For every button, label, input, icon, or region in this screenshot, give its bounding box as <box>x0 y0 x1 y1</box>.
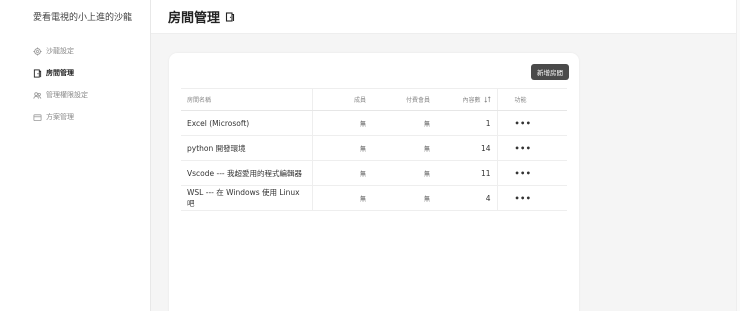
sidebar-item-label: 房間管理 <box>46 69 74 77</box>
table-row[interactable]: WSL --- 在 Windows 使用 Linux 吧 無 無 4 ••• <box>181 185 567 211</box>
sidebar-item-plan-management[interactable]: 方案管理 <box>33 110 74 124</box>
more-options-icon[interactable]: ••• <box>515 194 532 203</box>
header: 房間管理 <box>151 0 740 34</box>
door-icon <box>33 68 42 78</box>
column-header-name: 房間名稱 <box>181 88 312 111</box>
more-options-icon[interactable]: ••• <box>515 144 532 153</box>
sidebar: 愛看電視的小上進的沙龍 沙龍設定 房間管理 管理權限設定 方案管理 <box>0 0 151 311</box>
room-count: 11 <box>436 160 497 186</box>
sidebar-item-label: 沙龍設定 <box>46 47 74 55</box>
room-paid: 無 <box>372 110 436 136</box>
room-member: 無 <box>311 185 372 211</box>
sidebar-item-room-management[interactable]: 房間管理 <box>33 66 74 80</box>
table-header-row: 房間名稱 成員 付費會員 內容數 功能 <box>181 88 567 111</box>
table-row[interactable]: Vscode --- 我超愛用的程式編輯器 無 無 11 ••• <box>181 160 567 186</box>
room-name: python 開發環境 <box>181 135 312 161</box>
room-paid: 無 <box>372 185 436 211</box>
sidebar-item-permission-settings[interactable]: 管理權限設定 <box>33 88 88 102</box>
room-member: 無 <box>311 135 372 161</box>
room-name: WSL --- 在 Windows 使用 Linux 吧 <box>181 185 312 211</box>
add-room-button[interactable]: 新增房間 <box>531 64 569 80</box>
sort-icon[interactable] <box>483 95 491 105</box>
room-member: 無 <box>311 110 372 136</box>
room-member: 無 <box>311 160 372 186</box>
more-options-icon[interactable]: ••• <box>515 169 532 178</box>
rooms-table: 房間名稱 成員 付費會員 內容數 功能 Excel (Microsoft) 無 … <box>181 88 567 211</box>
more-options-icon[interactable]: ••• <box>515 119 532 128</box>
room-paid: 無 <box>372 160 436 186</box>
sidebar-item-salon-settings[interactable]: 沙龍設定 <box>33 44 74 58</box>
room-name: Excel (Microsoft) <box>181 110 312 136</box>
page-title: 房間管理 <box>168 7 235 26</box>
room-count: 14 <box>436 135 497 161</box>
users-icon <box>33 91 42 100</box>
door-icon <box>225 11 235 22</box>
column-header-func: 功能 <box>496 88 567 111</box>
scrollbar[interactable] <box>736 0 740 311</box>
room-paid: 無 <box>372 135 436 161</box>
column-header-paid: 付費會員 <box>372 88 436 111</box>
salon-title: 愛看電視的小上進的沙龍 <box>33 13 133 23</box>
rooms-card: 新增房間 房間名稱 成員 付費會員 內容數 功能 Excel (Microsof… <box>169 53 579 311</box>
column-header-member: 成員 <box>311 88 372 111</box>
room-name: Vscode --- 我超愛用的程式編輯器 <box>181 160 312 186</box>
sidebar-item-label: 管理權限設定 <box>46 91 88 99</box>
sidebar-item-label: 方案管理 <box>46 113 74 121</box>
main-content: 房間管理 新增房間 房間名稱 成員 付費會員 內容數 功能 Excel (Mic… <box>151 0 740 311</box>
table-row[interactable]: python 開發環境 無 無 14 ••• <box>181 135 567 161</box>
column-header-count[interactable]: 內容數 <box>436 88 497 111</box>
table-row[interactable]: Excel (Microsoft) 無 無 1 ••• <box>181 110 567 136</box>
room-count: 1 <box>436 110 497 136</box>
room-count: 4 <box>436 185 497 211</box>
card-icon <box>33 113 42 122</box>
page-title-text: 房間管理 <box>168 11 221 26</box>
column-header-count-label: 內容數 <box>462 96 481 104</box>
gear-icon <box>33 46 42 56</box>
